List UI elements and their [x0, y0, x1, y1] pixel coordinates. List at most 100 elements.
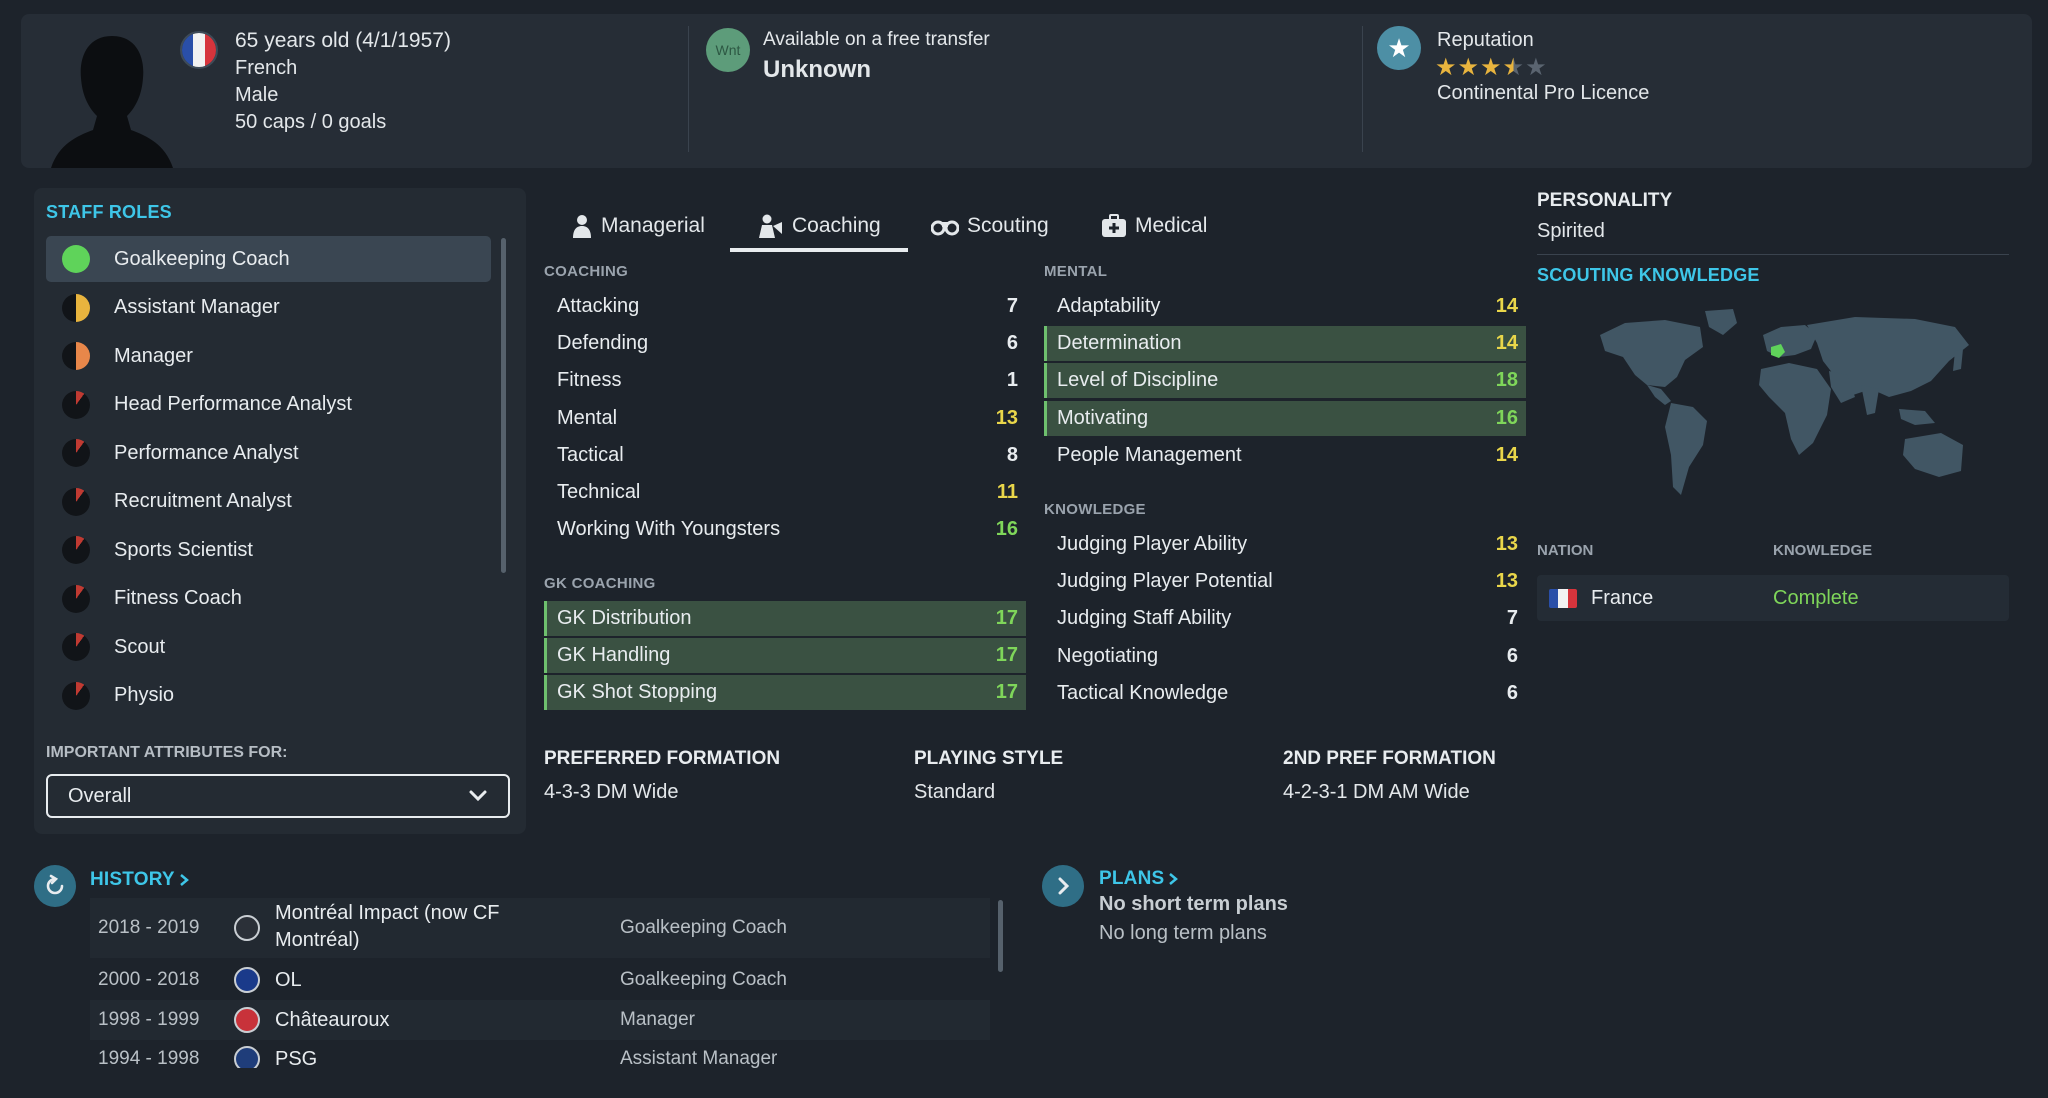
attribute-row[interactable]: Judging Player Ability 13: [1044, 527, 1526, 562]
attribute-label: Level of Discipline: [1057, 369, 1219, 392]
history-scrollbar[interactable]: [998, 900, 1003, 972]
attribute-row[interactable]: GK Distribution 17: [544, 601, 1026, 636]
nation-column-header: NATION: [1537, 542, 1594, 559]
attribute-label: Adaptability: [1057, 295, 1161, 317]
role-suitability-icon: [62, 584, 90, 613]
chevron-right-icon: [180, 874, 189, 886]
tab-label: Managerial: [601, 214, 705, 237]
attribute-label: Working With Youngsters: [557, 518, 781, 541]
plans-title: PLANS: [1099, 868, 1165, 889]
gender: Male: [235, 84, 279, 106]
short-term-plans: No short term plans: [1099, 893, 1288, 915]
staff-role-label: Head Performance Analyst: [114, 393, 352, 415]
attribute-row[interactable]: Adaptability 14: [1044, 289, 1526, 324]
transfer-status: Available on a free transfer: [763, 29, 990, 50]
attribute-row[interactable]: Judging Staff Ability 7: [1044, 601, 1526, 636]
attribute-row[interactable]: People Management 14: [1044, 438, 1526, 473]
roles-scrollbar[interactable]: [501, 238, 506, 573]
knowledge-column-header: KNOWLEDGE: [1773, 542, 1873, 559]
attribute-row[interactable]: Tactical Knowledge 6: [1044, 676, 1526, 711]
attribute-label: Mental: [557, 406, 618, 429]
tab-coaching[interactable]: Coaching: [756, 202, 881, 250]
history-link[interactable]: HISTORY: [90, 869, 189, 891]
playing-style-title: PLAYING STYLE: [914, 748, 1064, 769]
staff-role-label: Fitness Coach: [114, 587, 242, 609]
tab-scouting[interactable]: Scouting: [931, 202, 1049, 250]
history-row[interactable]: 2018 - 2019 Montréal Impact (now CF Montr…: [90, 898, 990, 958]
history-role: Goalkeeping Coach: [620, 969, 787, 990]
attribute-row[interactable]: Motivating 16: [1044, 400, 1526, 436]
staff-role-item[interactable]: Assistant Manager: [46, 285, 491, 331]
attribute-label: Tactical Knowledge: [1057, 681, 1229, 704]
staff-role-item[interactable]: Fitness Coach: [46, 576, 491, 622]
staff-role-item[interactable]: Scout: [46, 624, 491, 670]
attribute-value: 13: [1495, 533, 1518, 555]
attribute-row[interactable]: Fitness 1: [544, 363, 1026, 398]
attribute-label: Determination: [1057, 332, 1182, 355]
role-suitability-icon: [62, 633, 90, 661]
age-dob: 65 years old (4/1/1957): [235, 29, 451, 52]
attribute-row[interactable]: Determination 14: [1044, 326, 1526, 362]
staff-role-label: Sports Scientist: [114, 538, 253, 561]
attribute-row[interactable]: Negotiating 6: [1044, 639, 1526, 674]
staff-role-item[interactable]: Physio: [46, 673, 491, 719]
attribute-value: 14: [1495, 332, 1518, 355]
personality-divider: [1537, 254, 2009, 255]
licence: Continental Pro Licence: [1437, 82, 1650, 104]
attribute-label: GK Shot Stopping: [557, 681, 718, 704]
history-role: Manager: [620, 1009, 695, 1030]
tab-label: Scouting: [967, 214, 1049, 237]
attribute-row[interactable]: Mental 13: [544, 401, 1026, 436]
knowledge-group-header: KNOWLEDGE: [1044, 501, 1146, 518]
plans-link[interactable]: PLANS: [1099, 868, 1179, 890]
attribute-row[interactable]: Level of Discipline 18: [1044, 363, 1526, 399]
active-tab-indicator: [730, 248, 908, 252]
personality-title: PERSONALITY: [1537, 190, 1673, 211]
staff-role-label: Goalkeeping Coach: [114, 247, 290, 270]
attribute-row[interactable]: Technical 11: [544, 475, 1026, 510]
important-attributes-label: IMPORTANT ATTRIBUTES FOR:: [46, 744, 288, 761]
attribute-label: GK Handling: [557, 644, 671, 667]
chevron-down-icon: [469, 790, 487, 802]
plans-arrow-icon[interactable]: [1042, 865, 1084, 907]
staff-role-item[interactable]: Goalkeeping Coach: [46, 236, 491, 282]
history-row[interactable]: 2000 - 2018 OL Goalkeeping Coach: [90, 960, 990, 1000]
staff-role-label: Recruitment Analyst: [114, 490, 292, 512]
attribute-value: 14: [1495, 443, 1518, 466]
staff-role-item[interactable]: Head Performance Analyst: [46, 382, 491, 428]
staff-role-item[interactable]: Recruitment Analyst: [46, 479, 491, 525]
attribute-label: Judging Player Ability: [1057, 533, 1248, 555]
attribute-label: People Management: [1057, 443, 1242, 466]
important-attributes-value: Overall: [68, 784, 132, 807]
tab-medical[interactable]: Medical: [1101, 202, 1207, 250]
attribute-row[interactable]: Attacking 7: [544, 289, 1026, 324]
person-icon: [573, 215, 591, 238]
history-row[interactable]: 1994 - 1998 PSG Assistant Manager: [90, 1039, 990, 1068]
history-club[interactable]: Châteauroux: [275, 1007, 535, 1034]
staff-role-item[interactable]: Performance Analyst: [46, 430, 491, 476]
attribute-row[interactable]: Tactical 8: [544, 438, 1026, 473]
attribute-label: Defending: [557, 332, 649, 355]
attribute-label: Attacking: [557, 295, 640, 317]
history-club[interactable]: PSG: [275, 1046, 535, 1068]
world-knowledge-map[interactable]: [1585, 305, 1985, 505]
history-years: 1994 - 1998: [98, 1048, 200, 1068]
attribute-value: 7: [1006, 295, 1018, 317]
history-row[interactable]: 1998 - 1999 Châteauroux Manager: [90, 1000, 990, 1040]
attribute-row[interactable]: GK Handling 17: [544, 638, 1026, 674]
important-attributes-select[interactable]: Overall: [46, 774, 510, 818]
history-club[interactable]: Montréal Impact (now CF Montréal): [275, 900, 535, 954]
attribute-row[interactable]: Working With Youngsters 16: [544, 512, 1026, 547]
staff-role-item[interactable]: Manager: [46, 333, 491, 379]
tab-managerial[interactable]: Managerial: [571, 202, 705, 250]
staff-roles-title: STAFF ROLES: [46, 202, 172, 222]
attribute-value: 16: [995, 518, 1018, 541]
staff-role-label: Manager: [114, 344, 193, 367]
history-club[interactable]: OL: [275, 967, 535, 994]
role-suitability-icon: [62, 390, 90, 419]
staff-role-item[interactable]: Sports Scientist: [46, 527, 491, 573]
attribute-row[interactable]: Judging Player Potential 13: [1044, 564, 1526, 599]
nation-knowledge-row[interactable]: France Complete: [1537, 575, 2009, 621]
attribute-row[interactable]: Defending 6: [544, 326, 1026, 361]
attribute-row[interactable]: GK Shot Stopping 17: [544, 675, 1026, 711]
